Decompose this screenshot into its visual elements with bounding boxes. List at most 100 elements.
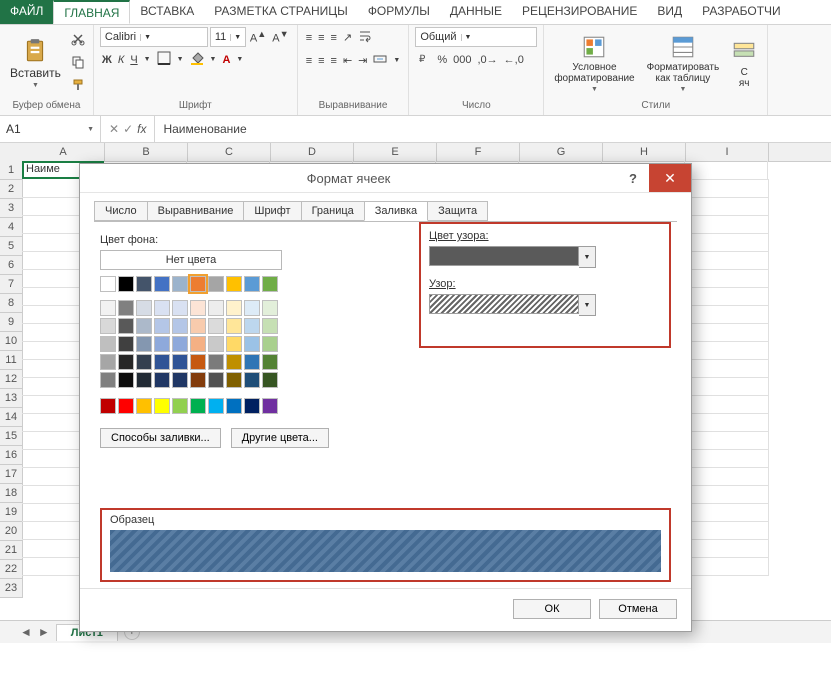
color-swatch[interactable] <box>244 318 260 334</box>
color-swatch[interactable] <box>154 398 170 414</box>
cell[interactable] <box>686 413 769 432</box>
select-all-corner[interactable] <box>0 143 23 162</box>
color-swatch[interactable] <box>226 336 242 352</box>
color-swatch[interactable] <box>244 300 260 316</box>
row-header[interactable]: 7 <box>0 275 22 294</box>
dlg-tab-alignment[interactable]: Выравнивание <box>147 201 245 221</box>
color-swatch[interactable] <box>262 318 278 334</box>
dlg-tab-fill[interactable]: Заливка <box>364 201 428 221</box>
color-swatch[interactable] <box>172 318 188 334</box>
sheet-nav-next[interactable]: ► <box>38 625 50 639</box>
column-header[interactable]: B <box>105 143 188 161</box>
color-swatch[interactable] <box>118 276 134 292</box>
row-header[interactable]: 4 <box>0 218 22 237</box>
align-middle-button[interactable]: ≡ <box>316 30 326 46</box>
decrease-indent-button[interactable]: ⇤ <box>341 52 354 69</box>
color-swatch[interactable] <box>244 398 260 414</box>
orientation-button[interactable]: ↗ <box>341 29 354 46</box>
color-swatch[interactable] <box>100 300 116 316</box>
color-swatch[interactable] <box>208 318 224 334</box>
cell[interactable] <box>686 377 769 396</box>
cell[interactable] <box>686 305 769 324</box>
row-header[interactable]: 11 <box>0 351 22 370</box>
dlg-tab-protection[interactable]: Защита <box>427 201 488 221</box>
color-swatch[interactable] <box>208 398 224 414</box>
border-button[interactable] <box>155 49 173 70</box>
name-box[interactable]: A1▼ <box>0 116 101 142</box>
format-as-table-button[interactable]: Форматировать как таблицу ▼ <box>643 32 724 95</box>
row-header[interactable]: 17 <box>0 465 22 484</box>
shrink-font-button[interactable]: A▼ <box>270 27 290 47</box>
column-header[interactable]: G <box>520 143 603 161</box>
tab-page-layout[interactable]: РАЗМЕТКА СТРАНИЦЫ <box>204 0 358 24</box>
color-swatch[interactable] <box>190 372 206 388</box>
tab-insert[interactable]: ВСТАВКА <box>130 0 204 24</box>
column-header[interactable]: F <box>437 143 520 161</box>
tab-developer[interactable]: РАЗРАБОТЧИ <box>692 0 791 24</box>
color-swatch[interactable] <box>226 372 242 388</box>
chevron-down-icon[interactable]: ▼ <box>234 54 245 65</box>
color-swatch[interactable] <box>262 300 278 316</box>
color-swatch[interactable] <box>136 276 152 292</box>
decrease-decimal-button[interactable]: ←,0 <box>502 52 526 68</box>
color-swatch[interactable] <box>190 300 206 316</box>
cell[interactable] <box>686 287 769 306</box>
color-swatch[interactable] <box>154 354 170 370</box>
row-header[interactable]: 22 <box>0 560 22 579</box>
column-header[interactable]: A <box>22 143 105 161</box>
fx-icon[interactable]: fx <box>137 122 146 136</box>
color-swatch[interactable] <box>100 398 116 414</box>
color-swatch[interactable] <box>100 336 116 352</box>
color-swatch[interactable] <box>262 336 278 352</box>
color-swatch[interactable] <box>100 354 116 370</box>
more-colors-button[interactable]: Другие цвета... <box>231 428 329 448</box>
bold-button[interactable]: Ж <box>100 52 114 68</box>
color-swatch[interactable] <box>208 300 224 316</box>
no-color-button[interactable]: Нет цвета <box>100 250 282 270</box>
cell[interactable] <box>686 485 769 504</box>
enter-icon[interactable]: ✓ <box>123 122 133 136</box>
color-swatch[interactable] <box>226 354 242 370</box>
color-swatch[interactable] <box>172 336 188 352</box>
conditional-formatting-button[interactable]: Условное форматирование ▼ <box>550 32 638 95</box>
dlg-tab-border[interactable]: Граница <box>301 201 365 221</box>
cell[interactable] <box>686 215 769 234</box>
color-swatch[interactable] <box>136 300 152 316</box>
chevron-down-icon[interactable]: ▼ <box>175 54 186 65</box>
row-header[interactable]: 9 <box>0 313 22 332</box>
formula-input[interactable]: Наименование <box>155 122 831 136</box>
cell[interactable] <box>686 467 769 486</box>
percent-button[interactable]: % <box>435 52 449 68</box>
row-header[interactable]: 3 <box>0 199 22 218</box>
column-header[interactable]: C <box>188 143 271 161</box>
color-swatch[interactable] <box>136 398 152 414</box>
column-header[interactable]: D <box>271 143 354 161</box>
color-swatch[interactable] <box>154 372 170 388</box>
color-swatch[interactable] <box>262 398 278 414</box>
color-swatch[interactable] <box>118 300 134 316</box>
pattern-color-dropdown[interactable]: ▼ <box>579 246 596 268</box>
color-swatch[interactable] <box>262 354 278 370</box>
color-swatch[interactable] <box>190 276 206 292</box>
color-swatch[interactable] <box>154 336 170 352</box>
cell[interactable] <box>686 233 769 252</box>
color-swatch[interactable] <box>190 318 206 334</box>
cell[interactable] <box>686 539 769 558</box>
color-swatch[interactable] <box>136 354 152 370</box>
row-header[interactable]: 21 <box>0 541 22 560</box>
row-header[interactable]: 12 <box>0 370 22 389</box>
cell[interactable] <box>685 161 768 180</box>
color-swatch[interactable] <box>244 276 260 292</box>
color-swatch[interactable] <box>226 300 242 316</box>
row-header[interactable]: 18 <box>0 484 22 503</box>
color-swatch[interactable] <box>172 354 188 370</box>
color-swatch[interactable] <box>118 318 134 334</box>
color-swatch[interactable] <box>136 336 152 352</box>
sheet-nav-prev[interactable]: ◄ <box>20 625 32 639</box>
color-swatch[interactable] <box>226 276 242 292</box>
row-header[interactable]: 23 <box>0 579 22 598</box>
font-size-combo[interactable]: 11▼ <box>210 27 246 47</box>
tab-review[interactable]: РЕЦЕНЗИРОВАНИЕ <box>512 0 647 24</box>
cell-styles-button[interactable]: С яч <box>727 37 761 91</box>
color-swatch[interactable] <box>172 398 188 414</box>
